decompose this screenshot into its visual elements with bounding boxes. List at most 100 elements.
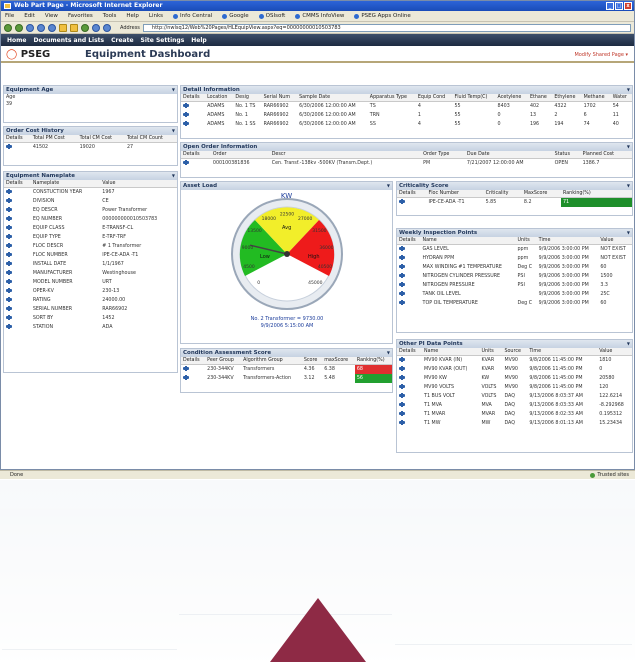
- favorites-icon[interactable]: [70, 23, 78, 32]
- nav-site-settings[interactable]: Site Settings: [141, 37, 185, 44]
- menu-help[interactable]: Help: [126, 13, 139, 19]
- nav-help[interactable]: Help: [191, 37, 206, 44]
- details-icon[interactable]: [399, 366, 405, 371]
- forward-icon[interactable]: [15, 23, 23, 32]
- close-icon[interactable]: x: [624, 2, 632, 10]
- mail-icon[interactable]: [92, 23, 100, 32]
- details-icon[interactable]: [399, 420, 405, 425]
- minimize-icon[interactable]: _: [606, 2, 614, 10]
- details-icon[interactable]: [183, 366, 189, 371]
- menu-edit[interactable]: Edit: [24, 13, 35, 19]
- details-icon[interactable]: [6, 261, 12, 266]
- panel-header[interactable]: Criticality Score: [397, 182, 632, 190]
- details-icon[interactable]: [183, 112, 189, 117]
- links-label[interactable]: Links: [149, 13, 163, 19]
- detail-information-panel: Detail Information DetailsLocationDesigS…: [180, 85, 633, 139]
- details-icon[interactable]: [6, 234, 12, 239]
- details-icon[interactable]: [6, 252, 12, 257]
- details-icon[interactable]: [399, 402, 405, 407]
- modify-shared-page-link[interactable]: Modify Shared Page ▾: [574, 52, 628, 58]
- details-icon[interactable]: [399, 291, 405, 296]
- details-icon[interactable]: [6, 324, 12, 329]
- details-icon[interactable]: [6, 288, 12, 293]
- link-info-central[interactable]: Info Central: [173, 13, 212, 19]
- home-icon[interactable]: [48, 23, 56, 32]
- title-bar: Web Part Page - Microsoft Internet Explo…: [1, 1, 634, 11]
- details-icon[interactable]: [399, 375, 405, 380]
- details-icon[interactable]: [6, 297, 12, 302]
- panel-header[interactable]: Weekly Inspection Points: [397, 229, 632, 237]
- details-icon[interactable]: [399, 264, 405, 269]
- menu-favorites[interactable]: Favorites: [68, 13, 93, 19]
- nav-documents[interactable]: Documents and Lists: [33, 37, 104, 44]
- details-icon[interactable]: [399, 282, 405, 287]
- details-icon[interactable]: [399, 411, 405, 416]
- link-pseg-apps[interactable]: PSEG Apps Online: [354, 13, 411, 19]
- details-icon[interactable]: [399, 384, 405, 389]
- details-icon[interactable]: [6, 216, 12, 221]
- link-osisoft[interactable]: OSIsoft: [258, 13, 285, 19]
- address-input[interactable]: http://nwlsq12/Web%20Pages/HLEquipView.a…: [142, 23, 631, 32]
- details-icon[interactable]: [183, 121, 189, 126]
- menu-file[interactable]: File: [5, 13, 14, 19]
- details-icon[interactable]: [6, 243, 12, 248]
- address-label: Address: [120, 24, 140, 31]
- panel-header[interactable]: Asset Load: [181, 182, 392, 190]
- details-icon[interactable]: [6, 144, 12, 149]
- details-icon[interactable]: [6, 315, 12, 320]
- menu-tools[interactable]: Tools: [103, 13, 117, 19]
- details-icon[interactable]: [183, 160, 189, 165]
- details-icon[interactable]: [399, 246, 405, 251]
- details-icon[interactable]: [6, 306, 12, 311]
- panel-header[interactable]: Other PI Data Points: [397, 340, 632, 348]
- col-header: Time: [527, 348, 598, 356]
- panel-header[interactable]: Equipment Nameplate: [4, 172, 177, 180]
- col-header: Score: [301, 357, 323, 365]
- panel-header[interactable]: Open Order Information: [181, 143, 632, 151]
- condition-panel: Condition Assessment Score DetailsPeer G…: [180, 348, 393, 393]
- details-icon[interactable]: [6, 270, 12, 275]
- nav-home[interactable]: Home: [7, 37, 26, 44]
- details-icon[interactable]: [399, 273, 405, 278]
- panel-header[interactable]: Equipment Age: [4, 86, 177, 94]
- table-row: 230-344KV Transformers-Action 3.12 5.48 56: [181, 374, 392, 383]
- details-icon[interactable]: [6, 198, 12, 203]
- back-icon[interactable]: [4, 23, 12, 32]
- details-icon[interactable]: [183, 375, 189, 380]
- inspection-panel: Weekly Inspection Points DetailsNameUnit…: [396, 228, 633, 333]
- details-icon[interactable]: [6, 189, 12, 194]
- panel-header[interactable]: Detail Information: [181, 86, 632, 94]
- link-google[interactable]: Google: [222, 13, 249, 19]
- details-icon[interactable]: [6, 207, 12, 212]
- details-icon[interactable]: [6, 279, 12, 284]
- nameplate-panel: Equipment Nameplate DetailsNameplateValu…: [3, 171, 178, 373]
- details-icon[interactable]: [399, 199, 405, 204]
- browser-window: Web Part Page - Microsoft Internet Explo…: [0, 0, 635, 470]
- table-row: MV90 KVAR (OUT) KVAR MV90 9/8/2006 11:45:00…: [397, 365, 632, 374]
- panel-header[interactable]: Condition Assessment Score: [181, 349, 392, 357]
- gauge-tick-label: 45000: [308, 280, 322, 286]
- gauge-tick-label: 22500: [280, 212, 294, 218]
- panel-header[interactable]: Order Cost History: [4, 127, 177, 135]
- refresh-icon[interactable]: [37, 23, 45, 32]
- col-header: Desig: [233, 94, 262, 102]
- print-icon[interactable]: [103, 23, 111, 32]
- details-icon[interactable]: [399, 393, 405, 398]
- details-icon[interactable]: [6, 225, 12, 230]
- stop-icon[interactable]: [26, 23, 34, 32]
- table-row: TANK OIL LEVEL 9/9/2006 3:00:00 PM 25C: [397, 290, 632, 299]
- details-icon[interactable]: [183, 103, 189, 108]
- details-icon[interactable]: [399, 255, 405, 260]
- maximize-icon[interactable]: □: [615, 2, 623, 10]
- details-icon[interactable]: [399, 357, 405, 362]
- details-icon[interactable]: [399, 300, 405, 305]
- link-cmms[interactable]: CMMS InfoView: [295, 13, 344, 19]
- history-icon[interactable]: [81, 23, 89, 32]
- col-header: Serial Num: [261, 94, 298, 102]
- link-icon: [173, 13, 179, 19]
- menu-view[interactable]: View: [45, 13, 58, 19]
- nav-create[interactable]: Create: [111, 37, 133, 44]
- load-time: 9/9/2006 5:15:00 AM: [261, 323, 314, 329]
- search-icon[interactable]: [59, 23, 67, 32]
- table-row: STATION ADA: [4, 323, 177, 332]
